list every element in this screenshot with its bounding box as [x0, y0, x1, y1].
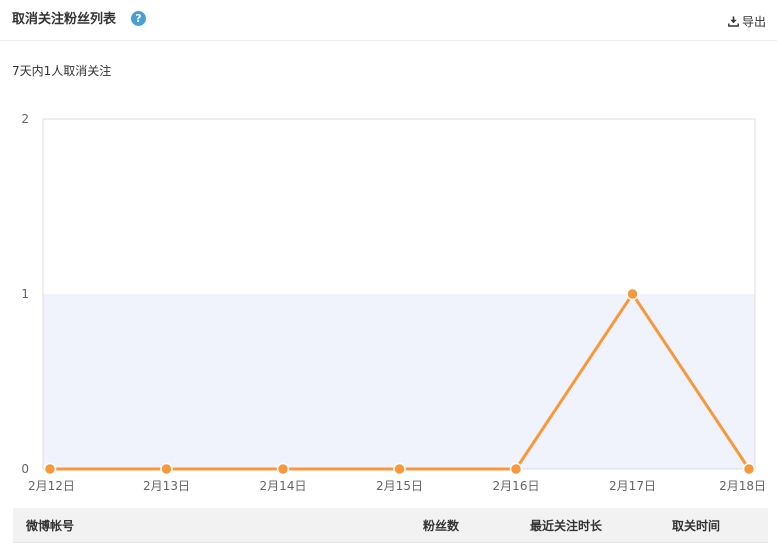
y-tick-label: 2 — [21, 112, 29, 126]
x-tick-label: 2月13日 — [143, 479, 190, 493]
y-tick-label: 1 — [21, 287, 29, 301]
column-header-fans[interactable]: 粉丝数 — [423, 518, 459, 534]
unfollow-line-chart: 0 1 2 2月12日 2月13日 2月14日 2月15日 2月16日 2月17日 2月18日 — [21, 112, 766, 493]
column-header-account[interactable]: 微博帐号 — [26, 518, 74, 534]
data-point — [160, 462, 173, 476]
x-tick-label: 2月14日 — [260, 479, 307, 493]
x-tick-label: 2月15日 — [376, 479, 423, 493]
data-point — [276, 462, 290, 476]
data-point — [43, 462, 57, 476]
x-tick-label: 2月17日 — [609, 479, 656, 493]
x-tick-label: 2月12日 — [28, 479, 75, 493]
x-tick-label: 2月16日 — [493, 479, 540, 493]
column-header-follow-duration[interactable]: 最近关注时长 — [530, 518, 602, 534]
data-point — [509, 462, 523, 476]
x-tick-label: 2月18日 — [719, 479, 766, 493]
column-header-unfollow-time[interactable]: 取关时间 — [672, 518, 720, 534]
data-point — [742, 462, 756, 476]
data-point — [626, 287, 639, 301]
table-header: 微博帐号 粉丝数 最近关注时长 取关时间 — [13, 508, 768, 543]
y-tick-label: 0 — [21, 462, 29, 476]
data-point — [393, 462, 406, 476]
